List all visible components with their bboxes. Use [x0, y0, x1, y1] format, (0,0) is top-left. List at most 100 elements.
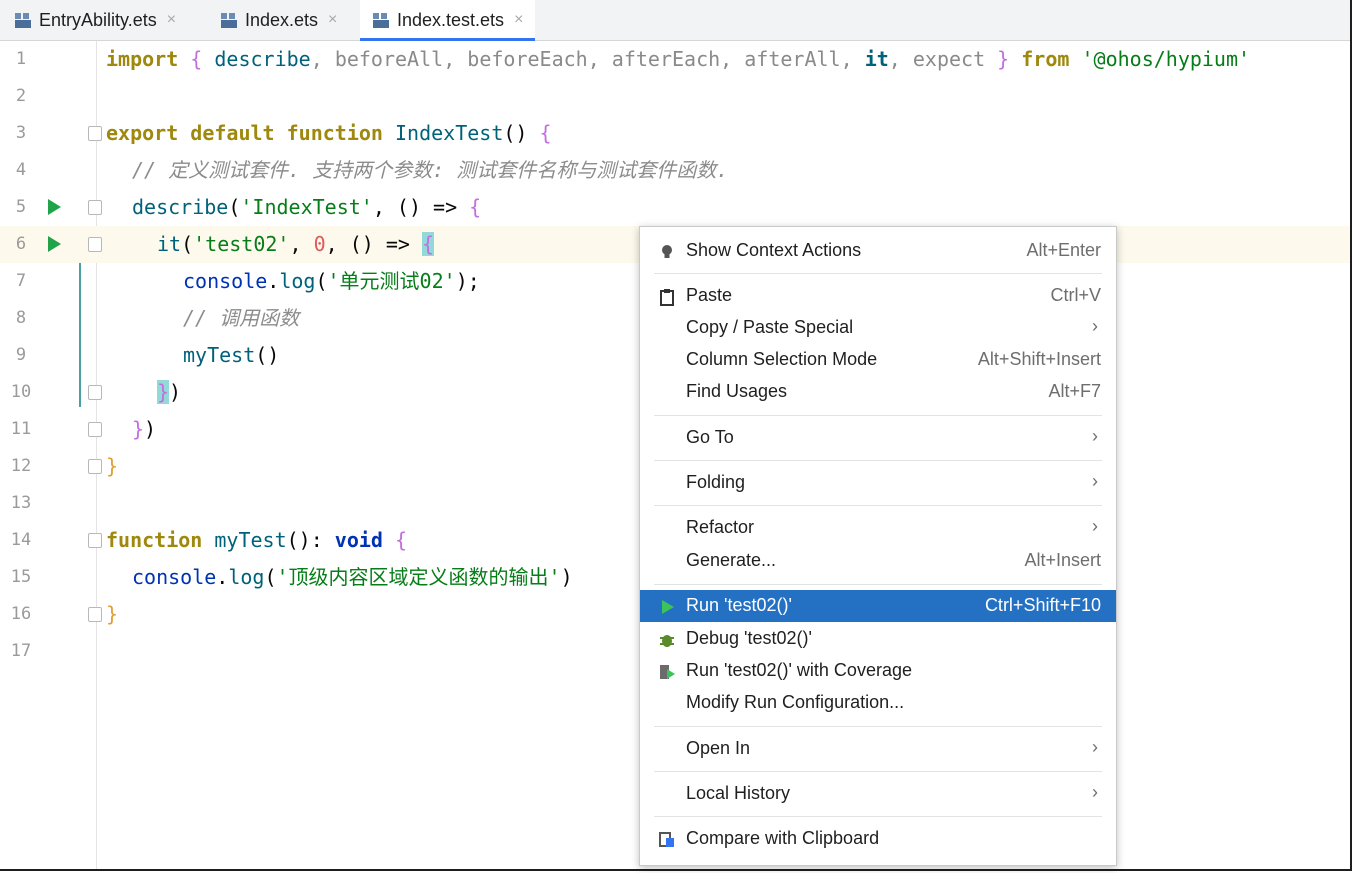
code-text: console.log('顶级内容区域定义函数的输出'): [132, 559, 573, 596]
string: '@ohos/hypium': [1081, 47, 1251, 71]
method: log: [228, 565, 265, 589]
menu-item-local-history[interactable]: Local History ›: [640, 778, 1116, 810]
punct: ): [144, 417, 157, 441]
menu-item-copy-paste-special[interactable]: Copy / Paste Special ›: [640, 312, 1116, 344]
ets-file-icon: [221, 13, 237, 28]
code-text: it('test02', 0, () => {: [157, 226, 434, 263]
menu-item-shortcut: Ctrl+V: [1050, 285, 1101, 305]
brace: }: [132, 417, 145, 441]
line-number: 1: [15, 49, 27, 69]
menu-separator: [654, 505, 1102, 506]
line-number: 15: [10, 567, 32, 587]
menu-separator: [654, 415, 1102, 416]
line-number: 4: [15, 160, 27, 180]
tab-index-test[interactable]: Index.test.ets ×: [360, 0, 536, 41]
coverage-icon: [660, 665, 675, 679]
punct: ,: [840, 47, 853, 71]
code-line: 2: [0, 78, 1350, 115]
menu-item-run-with-coverage[interactable]: Run 'test02()' with Coverage: [640, 655, 1116, 687]
submenu-arrow-icon: ›: [1092, 782, 1098, 802]
code-text: describe('IndexTest', () => {: [132, 189, 481, 226]
menu-item-generate[interactable]: Generate... Alt+Insert: [640, 545, 1116, 577]
line-number: 9: [15, 345, 27, 365]
brace-match: }: [157, 380, 170, 404]
identifier: expect: [912, 47, 986, 71]
code-text: }: [106, 448, 118, 485]
menu-item-label: Column Selection Mode: [686, 349, 878, 369]
method: log: [279, 269, 316, 293]
fold-marker[interactable]: [88, 533, 102, 548]
fold-marker[interactable]: [88, 607, 102, 622]
fold-marker[interactable]: [88, 385, 102, 400]
ets-file-icon: [373, 13, 389, 28]
keyword: function: [106, 528, 203, 552]
string: '单元测试02': [327, 269, 456, 293]
menu-item-label: Go To: [686, 427, 734, 447]
line-number: 8: [15, 308, 27, 328]
brace: {: [539, 121, 552, 145]
punct: , () =>: [325, 232, 422, 256]
menu-item-label: Generate...: [686, 550, 777, 570]
menu-item-go-to[interactable]: Go To ›: [640, 422, 1116, 454]
close-icon[interactable]: ×: [328, 11, 337, 29]
code-comment: // 定义测试套件. 支持两个参数: 测试套件名称与测试套件函数.: [132, 152, 728, 189]
keyword: export default function: [106, 121, 383, 145]
bulb-icon: [662, 245, 672, 258]
menu-item-compare-with-clipboard[interactable]: Compare with Clipboard: [640, 823, 1116, 855]
menu-item-label: Debug 'test02()': [686, 628, 812, 648]
fold-marker[interactable]: [88, 200, 102, 215]
run-test-icon[interactable]: [48, 199, 61, 215]
identifier: console: [183, 269, 268, 293]
debug-icon: [660, 635, 674, 647]
line-number: 6: [15, 234, 27, 254]
line-number: 10: [10, 382, 32, 402]
identifier: beforeAll: [334, 47, 444, 71]
tab-label: EntryAbility.ets: [39, 9, 157, 30]
menu-item-debug[interactable]: Debug 'test02()': [640, 623, 1116, 655]
close-icon[interactable]: ×: [167, 11, 176, 29]
menu-item-show-context-actions[interactable]: Show Context Actions Alt+Enter: [640, 235, 1116, 267]
tab-index[interactable]: Index.ets ×: [220, 0, 337, 40]
code-text: export default function IndexTest() {: [106, 115, 552, 152]
tab-entryability[interactable]: EntryAbility.ets ×: [14, 0, 176, 40]
menu-item-shortcut: Alt+Insert: [1024, 550, 1101, 570]
punct: (: [228, 195, 241, 219]
line-number: 2: [15, 86, 27, 106]
fold-marker[interactable]: [88, 126, 102, 141]
menu-item-label: Run 'test02()': [686, 595, 792, 615]
code-line: 5 describe('IndexTest', () => {: [0, 189, 1350, 226]
type: void: [334, 528, 383, 552]
keyword: from: [1021, 47, 1070, 71]
punct: ,: [289, 232, 314, 256]
menu-item-refactor[interactable]: Refactor ›: [640, 512, 1116, 544]
ide-window: EntryAbility.ets × Index.ets × Index.tes…: [0, 0, 1352, 871]
fold-marker[interactable]: [88, 459, 102, 474]
fold-marker[interactable]: [88, 237, 102, 252]
line-number: 16: [10, 604, 32, 624]
fold-marker[interactable]: [88, 422, 102, 437]
menu-item-find-usages[interactable]: Find Usages Alt+F7: [640, 376, 1116, 408]
line-number: 14: [10, 530, 32, 550]
punct: ():: [286, 528, 335, 552]
code-text: }): [132, 411, 156, 448]
run-test-icon[interactable]: [48, 236, 61, 252]
brace: }: [997, 47, 1010, 71]
ets-file-icon: [15, 13, 31, 28]
menu-item-folding[interactable]: Folding ›: [640, 467, 1116, 499]
submenu-arrow-icon: ›: [1092, 426, 1098, 446]
code-text: }): [157, 374, 181, 411]
menu-item-paste[interactable]: Paste Ctrl+V: [640, 280, 1116, 312]
close-icon[interactable]: ×: [514, 11, 523, 29]
menu-item-label: Compare with Clipboard: [686, 828, 880, 848]
menu-item-open-in[interactable]: Open In ›: [640, 733, 1116, 765]
code-line: 4 // 定义测试套件. 支持两个参数: 测试套件名称与测试套件函数.: [0, 152, 1350, 189]
menu-item-run[interactable]: Run 'test02()' Ctrl+Shift+F10: [640, 590, 1116, 622]
menu-item-label: Open In: [686, 738, 751, 758]
string: 'test02': [193, 232, 290, 256]
menu-item-modify-run-configuration[interactable]: Modify Run Configuration...: [640, 687, 1116, 719]
menu-item-column-selection-mode[interactable]: Column Selection Mode Alt+Shift+Insert: [640, 344, 1116, 376]
comment: // 定义测试套件. 支持两个参数: 测试套件名称与测试套件函数.: [132, 158, 729, 182]
tab-label: Index.ets: [245, 9, 319, 30]
number: 0: [313, 232, 326, 256]
punct: (: [315, 269, 328, 293]
